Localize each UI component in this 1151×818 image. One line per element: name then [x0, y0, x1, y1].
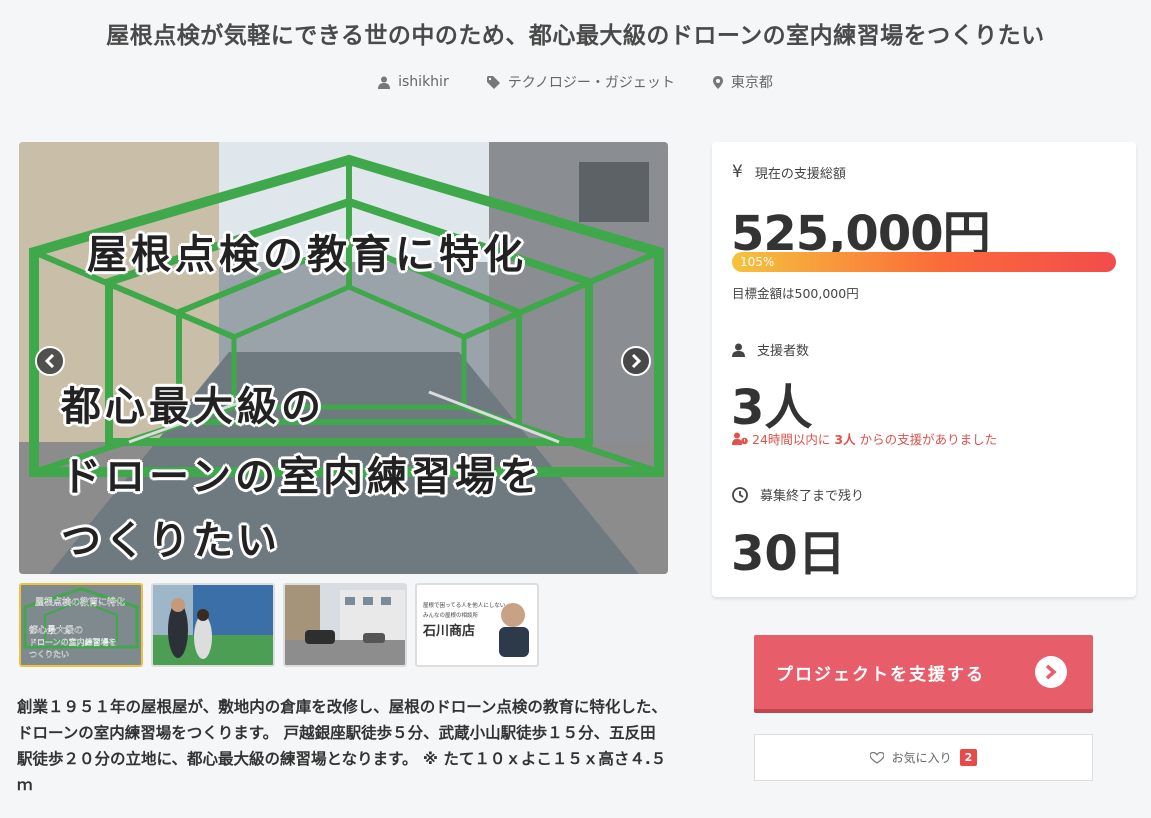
main-image-carousel[interactable]: 屋根点検の教育に特化 都心最大級の ドローンの室内練習場を つくりたい	[19, 142, 668, 574]
backers-label: 支援者数	[757, 344, 810, 359]
thumbnail-image	[285, 585, 405, 665]
goal-amount: 目標金額は500,000円	[732, 286, 859, 301]
category-name: テクノロジー・ガジェット	[507, 75, 675, 91]
thumbnail-caption: ドローンの室内練習場を	[29, 637, 117, 647]
hero-headline: 屋根点検の教育に特化	[87, 232, 527, 278]
project-description: 創業１９５１年の屋根屋が、敷地内の倉庫を改修し、屋根のドローン点検の教育に特化し…	[17, 698, 667, 794]
total-label-row: ¥ 現在の支援総額	[732, 162, 846, 182]
thumbnail-caption: 石川商店	[422, 623, 475, 639]
chevron-right-circle-icon	[1035, 656, 1067, 688]
hero-line-2: 都心最大級の	[61, 384, 325, 430]
thumbnail-caption: みんなの屋根の相談所	[423, 611, 479, 619]
hero-line-3: ドローンの室内練習場を	[61, 454, 543, 500]
thumbnail-4[interactable]: 屋根で困ってる人を他人にしない みんなの屋根の相談所 石川商店	[415, 583, 539, 667]
chevron-right-icon	[631, 354, 642, 368]
favorite-button[interactable]: お気に入り 2	[754, 734, 1093, 781]
backers-count: 3人	[731, 380, 813, 436]
map-pin-icon	[712, 75, 723, 89]
thumbnail-caption: 都心最大級の	[29, 624, 83, 636]
favorite-count-badge: 2	[959, 749, 978, 766]
backers-label-row: 支援者数	[732, 340, 809, 359]
thumbnail-caption: つくりたい	[29, 650, 69, 659]
thumbnail-1[interactable]: 屋根点検の教育に特化 都心最大級の ドローンの室内練習場を つくりたい	[19, 583, 143, 667]
recent-suffix: からの支援がありました	[859, 432, 998, 447]
support-button-label: プロジェクトを支援する	[776, 664, 985, 685]
thumbnail-image: 屋根で困ってる人を他人にしない みんなの屋根の相談所 石川商店	[417, 585, 537, 665]
thumbnail-image: 屋根点検の教育に特化 都心最大級の ドローンの室内練習場を つくりたい	[21, 585, 141, 665]
carousel-next-button[interactable]	[621, 346, 651, 376]
recent-support-notice: 24時間以内に 3人 からの支援がありました	[732, 429, 997, 448]
chevron-left-icon	[44, 354, 55, 368]
clock-icon	[732, 486, 748, 503]
yen-icon: ¥	[732, 162, 743, 182]
hero-line-4: つくりたい	[61, 518, 281, 564]
project-meta: ishikhir テクノロジー・ガジェット 東京都	[0, 72, 1151, 92]
total-label: 現在の支援総額	[754, 166, 846, 182]
user-icon	[732, 343, 745, 357]
owner-name: ishikhir	[398, 74, 449, 90]
funding-panel: ¥ 現在の支援総額 525,000円 105% 目標金額は500,000円 支援…	[712, 142, 1136, 597]
user-alert-icon	[732, 432, 748, 445]
owner-link[interactable]: ishikhir	[378, 72, 449, 92]
location-name: 東京都	[730, 75, 773, 91]
support-project-button[interactable]: プロジェクトを支援する	[754, 635, 1093, 713]
thumbnail-2[interactable]	[151, 583, 275, 667]
recent-count: 3人	[834, 432, 856, 447]
category-link[interactable]: テクノロジー・ガジェット	[486, 72, 675, 92]
recent-prefix: 24時間以内に	[752, 432, 831, 447]
location-link[interactable]: 東京都	[712, 72, 773, 92]
carousel-prev-button[interactable]	[35, 346, 65, 376]
project-title: 屋根点検が気軽にできる世の中のため、都心最大級のドローンの室内練習場をつくりたい	[106, 23, 1045, 49]
thumbnail-3[interactable]	[283, 583, 407, 667]
progress-percent: 105%	[740, 255, 775, 269]
thumbnail-caption: 屋根点検の教育に特化	[35, 596, 125, 608]
favorite-label: お気に入り	[891, 751, 952, 765]
funding-progress-bar: 105%	[732, 252, 1116, 272]
user-icon	[378, 76, 391, 89]
thumbnail-image	[153, 585, 273, 665]
heart-icon	[869, 751, 884, 764]
thumbnail-strip: 屋根点検の教育に特化 都心最大級の ドローンの室内練習場を つくりたい 屋根で困…	[19, 583, 539, 667]
remaining-label: 募集終了まで残り	[760, 489, 865, 504]
tag-icon	[486, 75, 500, 89]
thumbnail-caption: 屋根で困ってる人を他人にしない	[423, 601, 506, 609]
days-remaining: 30日	[731, 526, 846, 582]
remaining-label-row: 募集終了まで残り	[732, 485, 864, 504]
